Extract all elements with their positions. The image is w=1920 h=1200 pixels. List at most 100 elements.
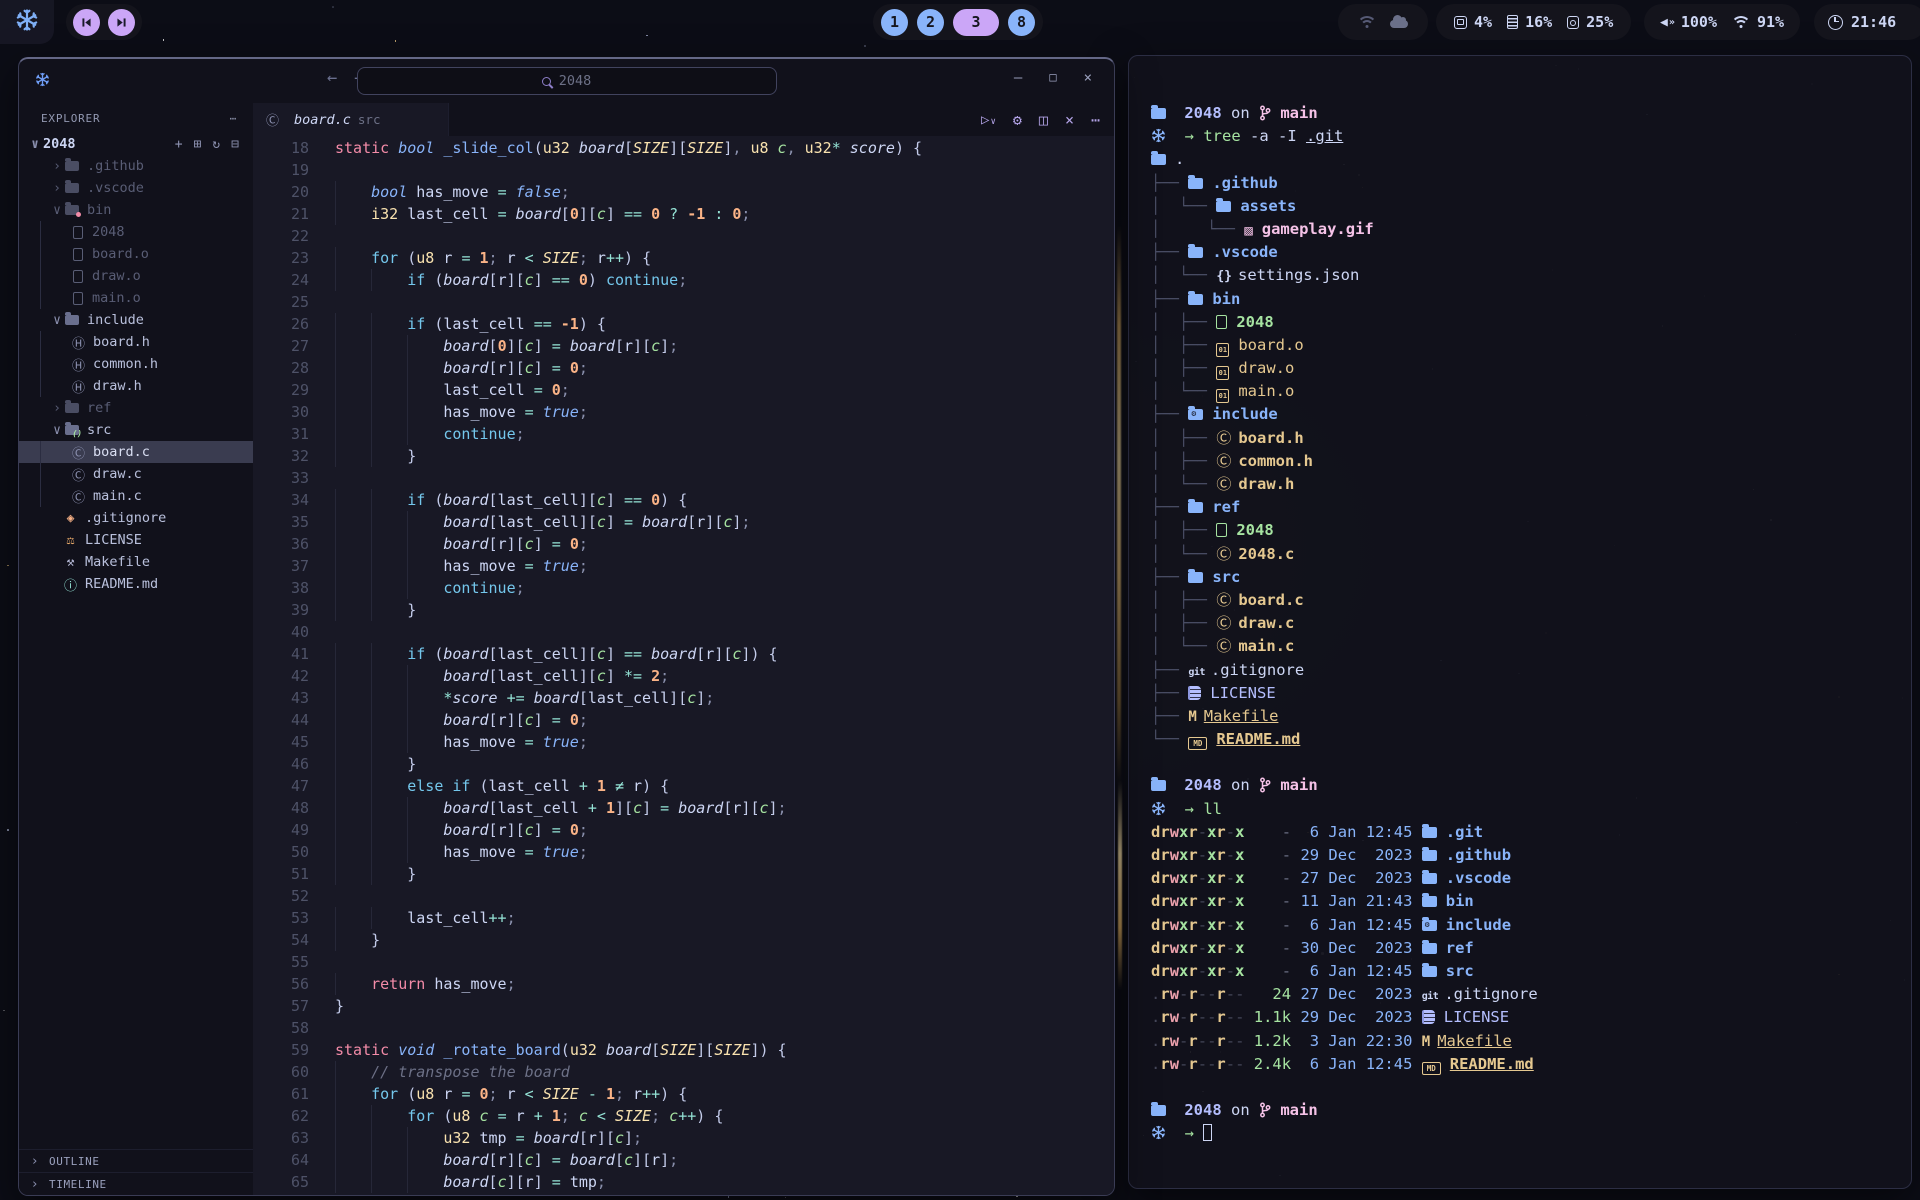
folder-open-icon bbox=[1151, 1105, 1166, 1116]
tab-board-c[interactable]: Ⓒ board.c src bbox=[253, 103, 449, 136]
file-label: draw.h bbox=[93, 378, 142, 394]
explorer-item-.github[interactable]: ›.github bbox=[19, 155, 253, 177]
folder-icon bbox=[65, 205, 79, 215]
terminal-tree-row: │ └── {}settings.json bbox=[1151, 264, 1911, 287]
root-folder-label: 2048 bbox=[43, 136, 76, 152]
c-file-icon: Ⓒ bbox=[71, 465, 86, 484]
nix-logo-button[interactable] bbox=[0, 0, 54, 44]
wifi-icon bbox=[1733, 16, 1750, 28]
refresh-icon[interactable]: ↻ bbox=[212, 137, 220, 152]
media-next-button[interactable] bbox=[108, 9, 135, 36]
close-button[interactable]: × bbox=[1084, 70, 1092, 86]
workspace-1[interactable]: 1 bbox=[881, 9, 908, 36]
folder-open-icon bbox=[1151, 108, 1166, 119]
explorer-menu-icon[interactable]: ⋯ bbox=[230, 112, 237, 125]
makefile-hammer-icon: ⚒ bbox=[63, 555, 78, 570]
folder-icon bbox=[1422, 966, 1437, 977]
search-icon bbox=[542, 77, 551, 86]
collapse-all-icon[interactable]: ⊟ bbox=[231, 137, 239, 152]
c-file-icon: Ⓒ bbox=[71, 487, 86, 506]
folder-icon bbox=[65, 315, 79, 325]
star bbox=[7, 829, 9, 831]
executable-file-icon bbox=[1216, 315, 1227, 329]
app-logo-icon bbox=[35, 72, 50, 91]
timeline-panel[interactable]: ›TIMELINE bbox=[19, 1172, 253, 1195]
explorer-item-Makefile[interactable]: ⚒Makefile bbox=[19, 551, 253, 573]
explorer-item-draw.h[interactable]: Ⓗdraw.h bbox=[19, 375, 253, 397]
terminal-window[interactable]: 2048 on main → tree -a -I .git.├── .gith… bbox=[1128, 55, 1912, 1189]
search-value: 2048 bbox=[559, 73, 592, 89]
explorer-item-board.h[interactable]: Ⓗboard.h bbox=[19, 331, 253, 353]
nix-snowflake-icon bbox=[15, 8, 39, 36]
explorer-header: EXPLORER bbox=[41, 112, 100, 125]
clock-widget[interactable]: 21:46 bbox=[1814, 4, 1920, 40]
explorer-item-.vscode[interactable]: ›.vscode bbox=[19, 177, 253, 199]
close-editor-icon[interactable]: × bbox=[1065, 111, 1074, 129]
explorer-item-draw.c[interactable]: Ⓒdraw.c bbox=[19, 463, 253, 485]
file-icon bbox=[73, 292, 83, 305]
explorer-item-board.c[interactable]: Ⓒboard.c bbox=[19, 441, 253, 463]
workspace-2[interactable]: 2 bbox=[917, 9, 944, 36]
weather-widget[interactable] bbox=[1338, 4, 1428, 40]
explorer-root-folder[interactable]: ∨ 2048 +⊞↻⊟ bbox=[19, 133, 253, 155]
explorer-item-.gitignore[interactable]: ◈ .gitignore bbox=[19, 507, 253, 529]
explorer-item-include[interactable]: ∨include bbox=[19, 309, 253, 331]
star bbox=[7, 565, 9, 567]
terminal-tree-row: │ └── 01main.o bbox=[1151, 380, 1911, 403]
explorer-item-ref[interactable]: ›ref bbox=[19, 397, 253, 419]
explorer-item-src[interactable]: ∨()src bbox=[19, 419, 253, 441]
license-book-icon bbox=[1422, 1010, 1435, 1024]
folder-icon bbox=[65, 161, 79, 171]
explorer-actions: + ⊞ ↻ ⊟ bbox=[175, 137, 253, 152]
c-file-icon: Ⓒ bbox=[1216, 452, 1231, 470]
maximize-button[interactable]: □ bbox=[1049, 70, 1056, 86]
explorer-item-common.h[interactable]: Ⓗcommon.h bbox=[19, 353, 253, 375]
tab-filename: board.c bbox=[294, 112, 351, 128]
gitignore-icon: ◈ bbox=[63, 511, 78, 526]
minimize-button[interactable]: — bbox=[1014, 70, 1022, 86]
split-editor-icon[interactable]: ◫ bbox=[1039, 111, 1048, 129]
explorer-item-2048[interactable]: 2048 bbox=[19, 221, 253, 243]
terminal-tree-row: ├── git.gitignore bbox=[1151, 659, 1911, 682]
vscode-titlebar[interactable]: ← → 2048 — □ × bbox=[19, 59, 1114, 103]
explorer-item-main.o[interactable]: main.o bbox=[19, 287, 253, 309]
object-file-icon: 01 bbox=[1216, 343, 1229, 357]
cpu-usage: 4% bbox=[1474, 13, 1492, 31]
code-editor[interactable]: 1819202122232425262728293031323334353637… bbox=[253, 136, 1114, 1195]
explorer-item-bin[interactable]: ∨bin bbox=[19, 199, 253, 221]
file-label: .gitignore bbox=[85, 510, 166, 526]
terminal-tree-row: │ └── ▨gameplay.gif bbox=[1151, 218, 1911, 241]
nav-back-button[interactable]: ← bbox=[327, 68, 337, 88]
explorer-item-draw.o[interactable]: draw.o bbox=[19, 265, 253, 287]
terminal-tree-row: . bbox=[1151, 148, 1911, 171]
explorer-item-main.c[interactable]: Ⓒmain.c bbox=[19, 485, 253, 507]
more-actions-icon[interactable]: ⋯ bbox=[1091, 111, 1100, 129]
settings-gear-icon[interactable]: ⚙ bbox=[1013, 111, 1022, 129]
workspace-3-active[interactable]: 3 bbox=[953, 9, 999, 36]
disk-icon bbox=[1567, 16, 1579, 29]
tab-dir-hint: src bbox=[358, 112, 381, 127]
terminal-tree-row: ├── bin bbox=[1151, 288, 1911, 311]
c-file-icon: Ⓒ bbox=[1216, 637, 1231, 655]
nix-snowflake-icon bbox=[1151, 802, 1166, 820]
new-folder-icon[interactable]: ⊞ bbox=[194, 137, 202, 152]
new-file-icon[interactable]: + bbox=[175, 137, 183, 152]
file-label: README.md bbox=[85, 576, 158, 592]
media-previous-button[interactable] bbox=[73, 9, 100, 36]
image-icon: ▨ bbox=[1244, 220, 1252, 243]
file-icon bbox=[73, 226, 83, 239]
c-file-icon: Ⓒ bbox=[1216, 429, 1231, 447]
workspace-8[interactable]: 8 bbox=[1008, 9, 1035, 36]
outline-panel[interactable]: ›OUTLINE bbox=[19, 1149, 253, 1172]
command-center-search[interactable]: 2048 bbox=[357, 67, 777, 95]
terminal-tree-row: ├── ref bbox=[1151, 496, 1911, 519]
sidebar-panels: ›OUTLINE ›TIMELINE bbox=[19, 1149, 253, 1195]
readme-info-icon: ⓘ bbox=[63, 575, 78, 594]
run-debug-icon[interactable]: ▷∨ bbox=[981, 112, 996, 128]
c-file-icon: Ⓒ bbox=[1216, 475, 1231, 493]
explorer-item-LICENSE[interactable]: ⚖LICENSE bbox=[19, 529, 253, 551]
explorer-item-board.o[interactable]: board.o bbox=[19, 243, 253, 265]
explorer-item-README.md[interactable]: ⓘ README.md bbox=[19, 573, 253, 595]
media-controls bbox=[66, 4, 142, 40]
system-stats: 4% 16% 25% bbox=[1436, 4, 1631, 40]
